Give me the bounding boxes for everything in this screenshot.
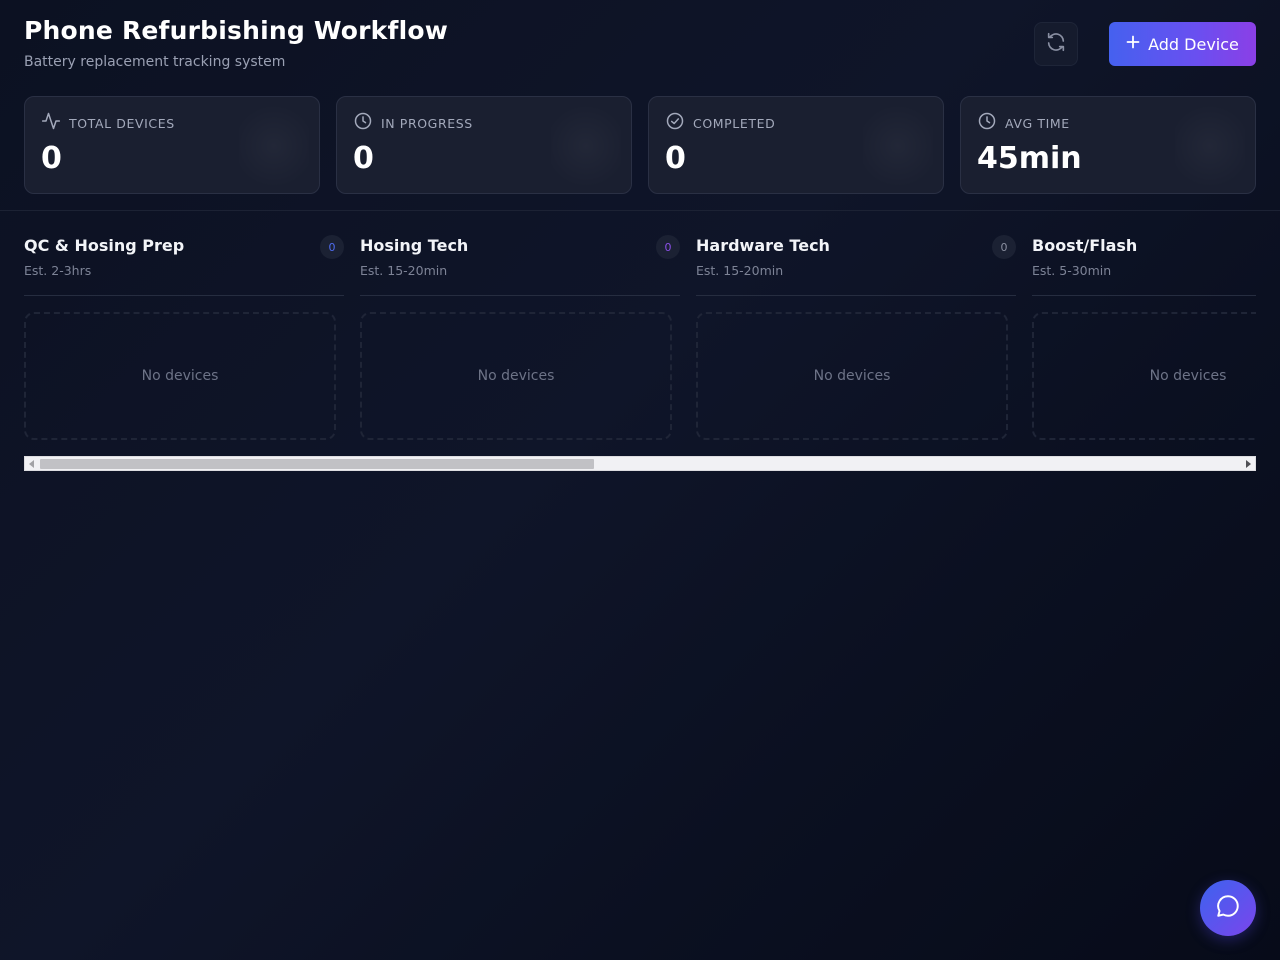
column-drop-zone[interactable]: No devices	[360, 312, 672, 440]
plus-icon	[1126, 35, 1140, 53]
clock-icon	[977, 111, 997, 135]
column-estimate: Est. 2-3hrs	[24, 263, 92, 278]
chat-button[interactable]	[1200, 880, 1256, 936]
scrollbar-thumb[interactable]	[40, 459, 594, 469]
column-count-badge: 0	[992, 235, 1016, 259]
scroll-right-arrow-icon[interactable]	[1246, 460, 1251, 468]
empty-state-text: No devices	[477, 368, 555, 384]
stat-label: COMPLETED	[693, 115, 776, 131]
add-device-label: Add Device	[1148, 34, 1239, 54]
column-hardware-tech: Hardware Tech Est. 15-20min 0 No devices	[696, 211, 1016, 440]
scroll-left-arrow-icon[interactable]	[29, 460, 34, 468]
refresh-icon	[1045, 31, 1067, 57]
empty-state-text: No devices	[813, 368, 891, 384]
stat-value: 45min	[977, 141, 1082, 176]
column-title: Hosing Tech	[360, 236, 469, 255]
stat-card-avg-time: AVG TIME 45min	[960, 96, 1256, 194]
column-estimate: Est. 15-20min	[360, 263, 448, 278]
chat-bubble-icon	[1215, 893, 1241, 923]
stat-card-completed: COMPLETED 0	[648, 96, 944, 194]
column-drop-zone[interactable]: No devices	[24, 312, 336, 440]
column-title: Hardware Tech	[696, 236, 830, 255]
add-device-button[interactable]: Add Device	[1109, 22, 1256, 66]
activity-icon	[41, 111, 61, 135]
column-title: QC & Hosing Prep	[24, 236, 185, 255]
column-estimate: Est. 15-20min	[696, 263, 784, 278]
empty-state-text: No devices	[1149, 368, 1227, 384]
stat-label: AVG TIME	[1005, 115, 1070, 131]
stat-value: 0	[665, 141, 686, 176]
stat-card-in-progress: IN PROGRESS 0	[336, 96, 632, 194]
stats-row: TOTAL DEVICES 0 IN PROGRESS 0 COMPLETED …	[24, 96, 1256, 194]
clock-icon	[353, 111, 373, 135]
stat-card-total-devices: TOTAL DEVICES 0	[24, 96, 320, 194]
horizontal-scrollbar[interactable]	[24, 456, 1256, 471]
stat-value: 0	[353, 141, 374, 176]
empty-state-text: No devices	[141, 368, 219, 384]
stat-label: IN PROGRESS	[381, 115, 473, 131]
refresh-button[interactable]	[1034, 22, 1078, 66]
column-count-badge: 0	[656, 235, 680, 259]
page-header: Phone Refurbishing Workflow Battery repl…	[24, 16, 1256, 76]
column-boost-flash: Boost/Flash Est. 5-30min 0 No devices	[1032, 211, 1256, 440]
column-estimate: Est. 5-30min	[1032, 263, 1112, 278]
column-count-badge: 0	[320, 235, 344, 259]
stat-label: TOTAL DEVICES	[69, 115, 175, 131]
column-title: Boost/Flash	[1032, 236, 1138, 255]
workflow-board[interactable]: QC & Hosing Prep Est. 2-3hrs 0 No device…	[24, 211, 1256, 456]
column-qc-hosing-prep: QC & Hosing Prep Est. 2-3hrs 0 No device…	[24, 211, 344, 440]
column-drop-zone[interactable]: No devices	[1032, 312, 1256, 440]
stat-value: 0	[41, 141, 62, 176]
column-hosing-tech: Hosing Tech Est. 15-20min 0 No devices	[360, 211, 680, 440]
column-drop-zone[interactable]: No devices	[696, 312, 1008, 440]
check-circle-icon	[665, 111, 685, 135]
